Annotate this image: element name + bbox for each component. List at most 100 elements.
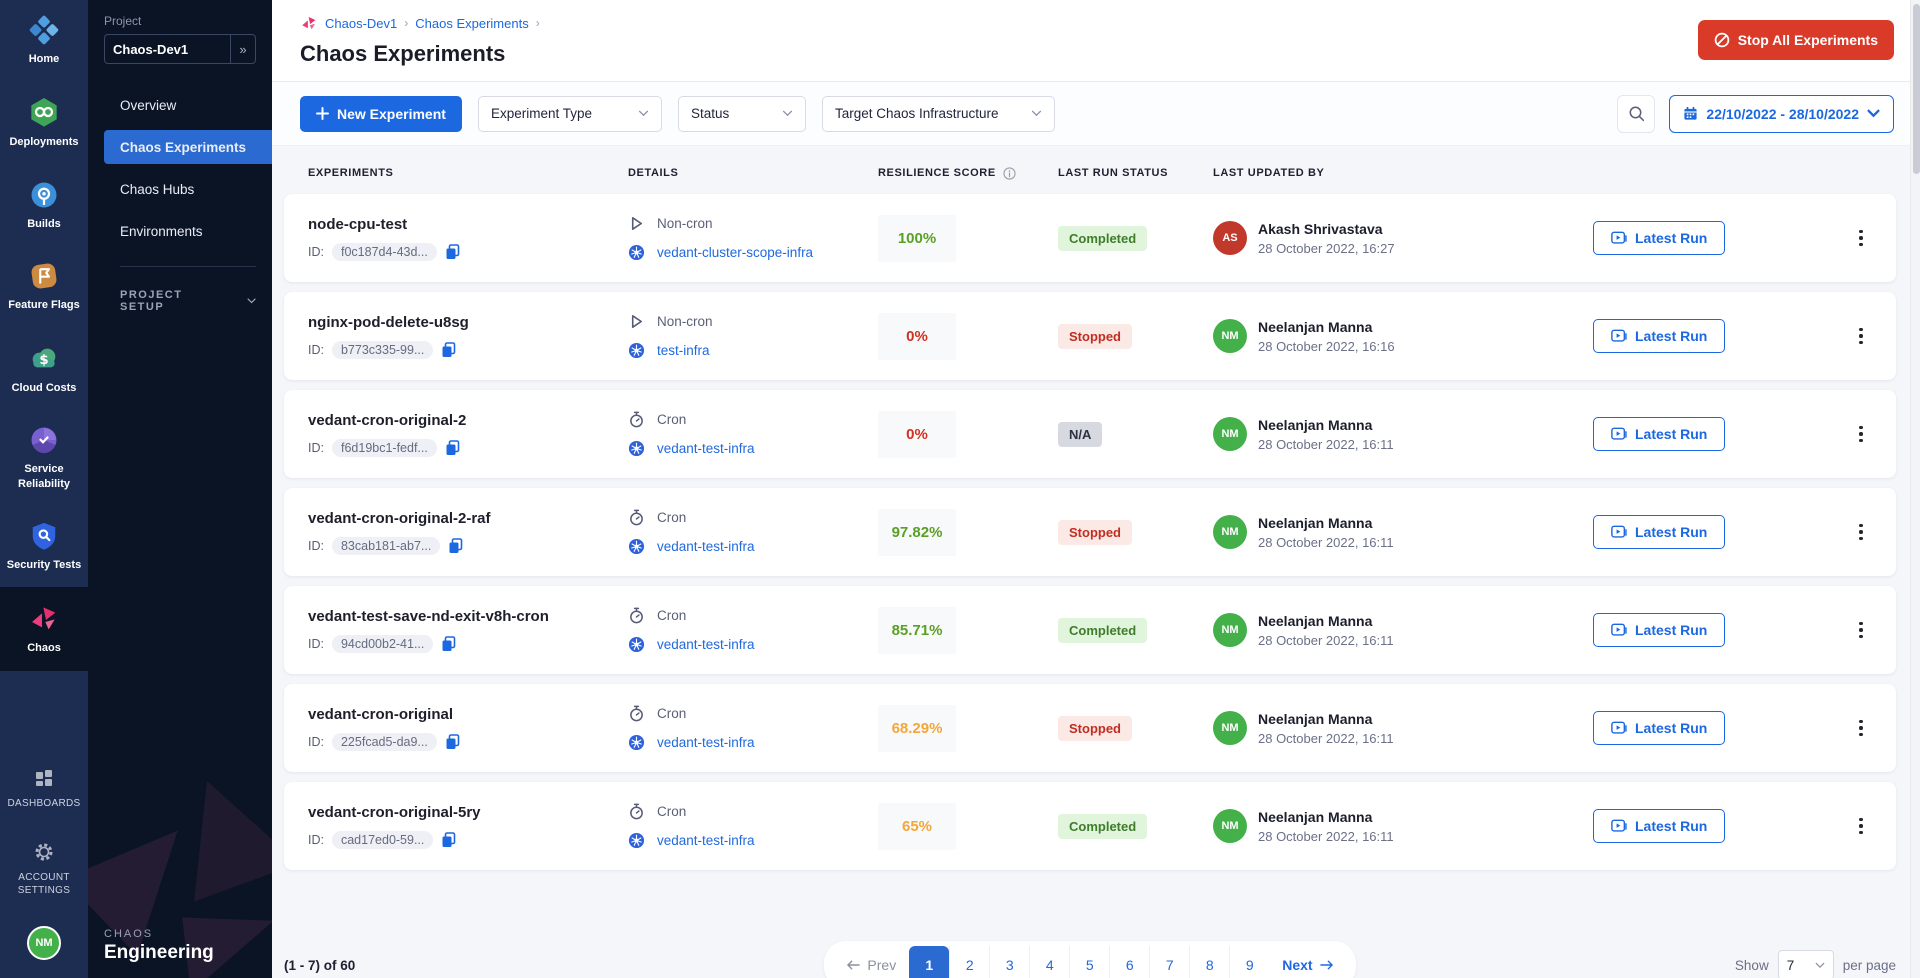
copy-id-button[interactable] (445, 440, 460, 456)
copy-id-button[interactable] (445, 734, 460, 750)
security-tests-icon (29, 521, 59, 551)
page-button[interactable]: 6 (1109, 946, 1149, 978)
infrastructure-link[interactable]: vedant-test-infra (657, 833, 755, 848)
page-button[interactable]: 5 (1069, 946, 1109, 978)
experiment-name[interactable]: vedant-cron-original-2-raf (308, 510, 628, 527)
copy-icon (445, 244, 460, 260)
last-updated-timestamp: 28 October 2022, 16:11 (1258, 633, 1394, 648)
page-button[interactable]: 4 (1029, 946, 1069, 978)
sidebar-item-label: Cloud Costs (12, 381, 77, 395)
infrastructure-link[interactable]: vedant-test-infra (657, 441, 755, 456)
sidebar-item-security-tests[interactable]: Security Tests (0, 506, 88, 587)
breadcrumb-link-project[interactable]: Chaos-Dev1 (325, 16, 397, 31)
copy-id-button[interactable] (441, 832, 456, 848)
app-root: Home Deployments Builds Feature Flags $ … (0, 0, 1920, 978)
latest-run-label: Latest Run (1635, 524, 1707, 540)
stop-all-experiments-button[interactable]: Stop All Experiments (1698, 20, 1894, 60)
vertical-scrollbar[interactable] (1910, 0, 1920, 978)
project-panel-expand-button[interactable]: » (230, 34, 256, 64)
experiment-name[interactable]: vedant-test-save-nd-exit-v8h-cron (308, 608, 628, 625)
row-menu-kebab[interactable] (1847, 322, 1875, 350)
experiment-type-filter[interactable]: Experiment Type (478, 96, 662, 132)
resilience-score-box: 68.29% (878, 705, 956, 752)
sidebar-bottom-group: DASHBOARDS ACCOUNT SETTINGS NM (0, 751, 88, 978)
prev-page-button[interactable]: Prev (834, 947, 909, 978)
page-button[interactable]: 8 (1189, 946, 1229, 978)
project-selector-input[interactable] (104, 34, 230, 64)
copy-id-button[interactable] (448, 538, 463, 554)
sidebar-item-deployments[interactable]: Deployments (0, 81, 88, 164)
experiment-name[interactable]: vedant-cron-original (308, 706, 628, 723)
latest-run-button[interactable]: Latest Run (1593, 809, 1725, 843)
latest-run-button[interactable]: Latest Run (1593, 711, 1725, 745)
latest-run-button[interactable]: Latest Run (1593, 319, 1725, 353)
resilience-score-box: 65% (878, 803, 956, 850)
row-menu-kebab[interactable] (1847, 714, 1875, 742)
infrastructure-link[interactable]: test-infra (657, 343, 710, 358)
latest-run-button[interactable]: Latest Run (1593, 613, 1725, 647)
next-page-button[interactable]: Next (1269, 947, 1345, 978)
scrollbar-thumb[interactable] (1913, 4, 1920, 174)
sidebar-item-chaos[interactable]: Chaos (0, 587, 88, 670)
search-button[interactable] (1617, 95, 1655, 133)
row-menu-kebab[interactable] (1847, 812, 1875, 840)
sidebar-item-service-reliability[interactable]: Service Reliability (0, 410, 88, 506)
nav-item-chaos-hubs[interactable]: Chaos Hubs (88, 172, 272, 206)
user-avatar[interactable]: NM (27, 926, 61, 960)
copy-id-button[interactable] (441, 636, 456, 652)
sidebar-item-cloud-costs[interactable]: $ Cloud Costs (0, 327, 88, 410)
infrastructure-link[interactable]: vedant-cluster-scope-infra (657, 245, 813, 260)
latest-run-label: Latest Run (1635, 230, 1707, 246)
infrastructure-link[interactable]: vedant-test-infra (657, 637, 755, 652)
stop-all-label: Stop All Experiments (1738, 32, 1878, 48)
latest-run-button[interactable]: Latest Run (1593, 417, 1725, 451)
page-button[interactable]: 7 (1149, 946, 1189, 978)
date-range-picker[interactable]: 22/10/2022 - 28/10/2022 (1669, 95, 1894, 133)
page-button[interactable]: 1 (909, 946, 949, 978)
project-setup-toggle[interactable]: PROJECT SETUP (120, 289, 256, 313)
page-button[interactable]: 2 (949, 946, 989, 978)
table-row: vedant-cron-original-5ry ID: cad17ed0-59… (284, 782, 1896, 870)
chevron-down-icon (782, 110, 793, 117)
filter-label: Experiment Type (491, 106, 592, 121)
page-button[interactable]: 9 (1229, 946, 1269, 978)
sidebar-item-feature-flags[interactable]: Feature Flags (0, 246, 88, 327)
latest-run-button[interactable]: Latest Run (1593, 221, 1725, 255)
breadcrumb-link-experiments[interactable]: Chaos Experiments (415, 16, 528, 31)
experiment-name[interactable]: vedant-cron-original-5ry (308, 804, 628, 821)
resilience-score-value: 65% (902, 818, 932, 835)
new-experiment-button[interactable]: New Experiment (300, 96, 462, 132)
page-button[interactable]: 3 (989, 946, 1029, 978)
sidebar-item-dashboards[interactable]: DASHBOARDS (0, 751, 88, 825)
nav-item-overview[interactable]: Overview (88, 88, 272, 122)
experiment-id: cad17ed0-59... (332, 831, 433, 849)
row-menu-kebab[interactable] (1847, 518, 1875, 546)
infrastructure-link[interactable]: vedant-test-infra (657, 539, 755, 554)
nav-item-environments[interactable]: Environments (88, 214, 272, 248)
row-menu-kebab[interactable] (1847, 224, 1875, 252)
copy-id-button[interactable] (441, 342, 456, 358)
id-label: ID: (308, 245, 324, 259)
page-size-select[interactable]: 7 (1778, 950, 1834, 978)
nav-item-chaos-experiments[interactable]: Chaos Experiments (104, 130, 272, 164)
info-icon[interactable] (1003, 167, 1016, 180)
experiment-name[interactable]: nginx-pod-delete-u8sg (308, 314, 628, 331)
sidebar-item-home[interactable]: Home (0, 0, 88, 81)
stop-icon (1714, 32, 1730, 48)
sidebar-item-account-settings[interactable]: ACCOUNT SETTINGS (0, 825, 88, 912)
infrastructure-link[interactable]: vedant-test-infra (657, 735, 755, 750)
row-menu-kebab[interactable] (1847, 420, 1875, 448)
status-filter[interactable]: Status (678, 96, 806, 132)
date-range-label: 22/10/2022 - 28/10/2022 (1706, 106, 1859, 122)
chevron-down-icon (1867, 109, 1880, 118)
copy-id-button[interactable] (445, 244, 460, 260)
experiment-name[interactable]: node-cpu-test (308, 216, 628, 233)
plus-icon (316, 107, 329, 120)
sidebar-item-builds[interactable]: Builds (0, 165, 88, 246)
breadcrumb-separator: › (536, 16, 540, 30)
target-infrastructure-filter[interactable]: Target Chaos Infrastructure (822, 96, 1055, 132)
row-menu-kebab[interactable] (1847, 616, 1875, 644)
schedule-type-label: Non-cron (657, 216, 713, 231)
experiment-name[interactable]: vedant-cron-original-2 (308, 412, 628, 429)
latest-run-button[interactable]: Latest Run (1593, 515, 1725, 549)
